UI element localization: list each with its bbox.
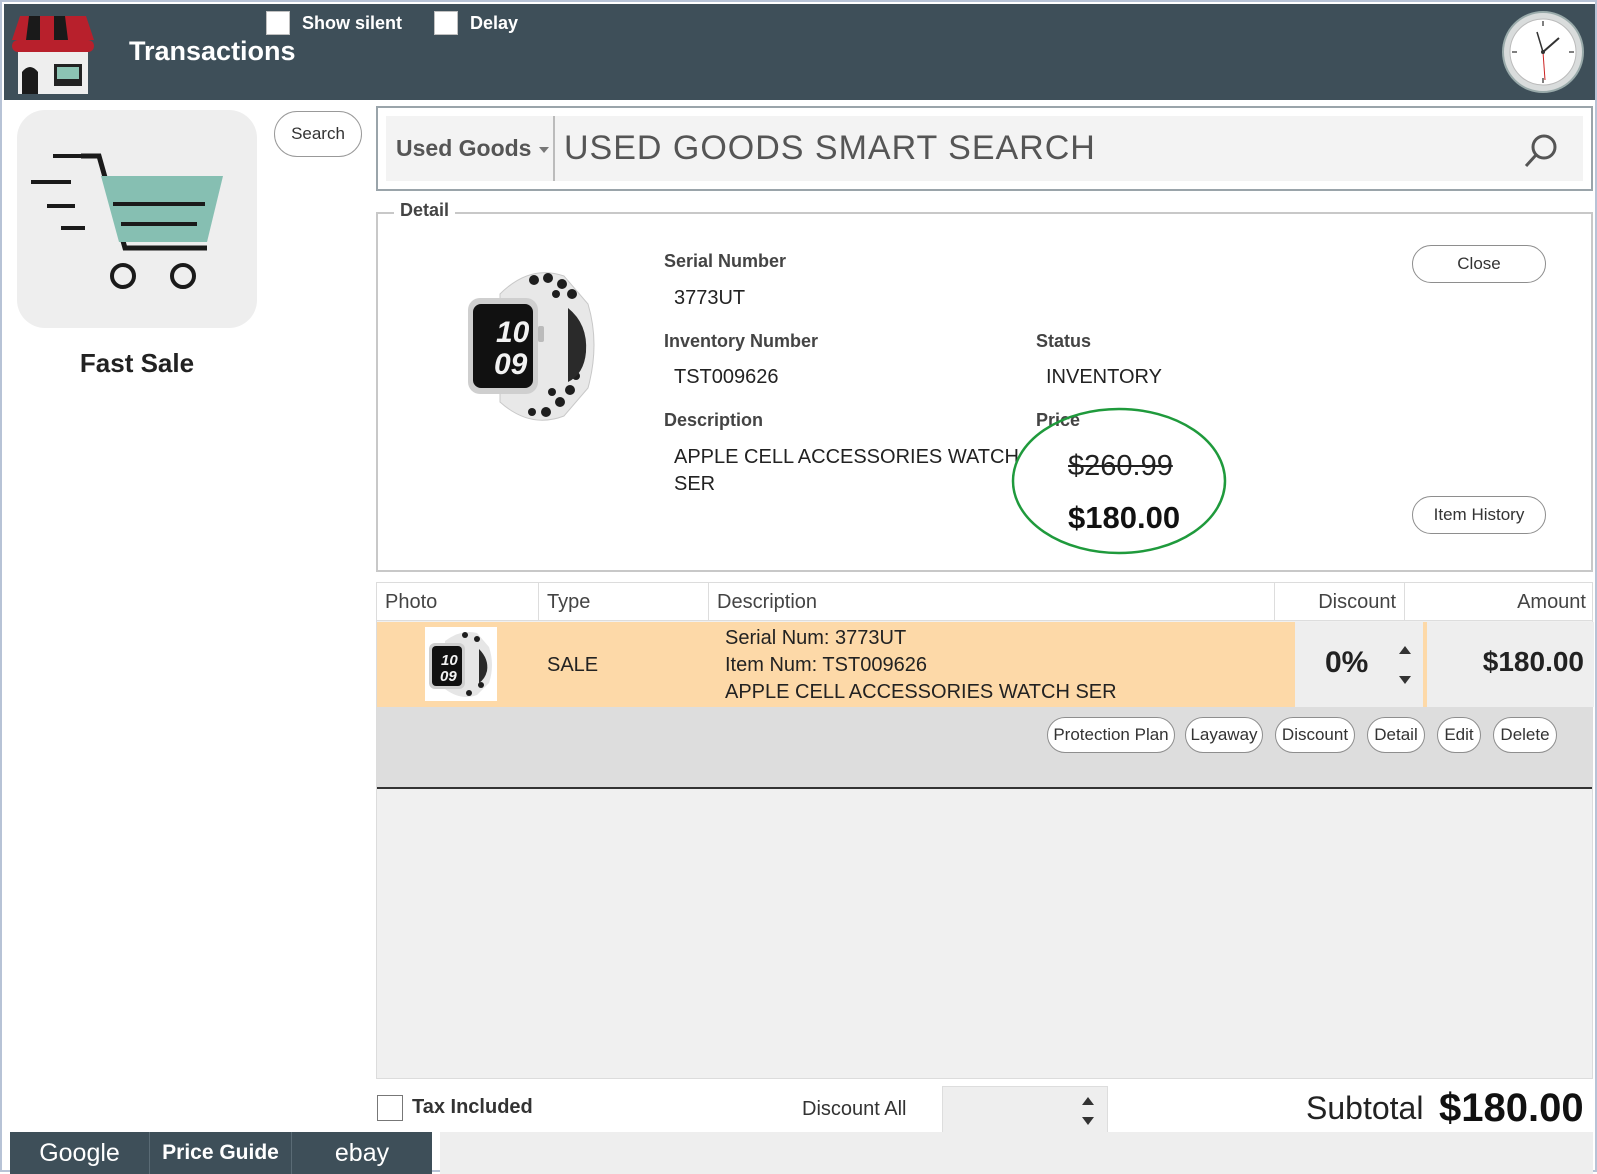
row-action-bar: Protection Plan Layaway Discount Detail … [377, 707, 1592, 789]
header-bar: Transactions Show silent Delay [4, 4, 1595, 100]
layaway-button[interactable]: Layaway [1185, 717, 1263, 753]
row-discount: 0% [1325, 646, 1369, 679]
subtotal-value: $180.00 [1439, 1086, 1584, 1130]
show-silent-label: Show silent [302, 12, 403, 33]
delay-checkbox[interactable]: Delay [434, 10, 518, 36]
discount-button[interactable]: Discount [1275, 717, 1355, 753]
apple-watch-image: 10 09 [468, 272, 595, 421]
stepper-arrows-icon[interactable] [1079, 1093, 1097, 1129]
stepper-arrows-icon[interactable] [1397, 640, 1413, 690]
price-guide-button[interactable]: Price Guide [150, 1132, 292, 1174]
discount-all-label: Discount All [802, 1098, 907, 1120]
delay-label: Delay [470, 12, 519, 33]
item-history-button[interactable]: Item History [1412, 496, 1546, 534]
google-button[interactable]: Google [10, 1132, 150, 1174]
row-description: APPLE CELL ACCESSORIES WATCH SER [725, 681, 1117, 703]
column-header-discount[interactable]: Discount [1275, 583, 1405, 621]
smart-search-bar: Used Goods [376, 106, 1593, 191]
amount-cell: $180.00 [1427, 622, 1594, 707]
fast-sale-tile[interactable] [17, 110, 257, 328]
serial-number-value: 3773UT [674, 287, 746, 309]
description-line-1: APPLE CELL ACCESSORIES WATCH [674, 446, 1019, 468]
watch-hour-text: 10 [496, 316, 530, 349]
show-silent-checkbox[interactable]: Show silent [266, 10, 402, 36]
serial-number-label: Serial Number [664, 251, 787, 271]
inventory-number-value: TST009626 [674, 366, 779, 388]
store-logo-icon [12, 16, 94, 94]
column-header-type[interactable]: Type [539, 583, 709, 621]
watch-minute-text: 09 [494, 348, 528, 381]
detail-button[interactable]: Detail [1367, 717, 1425, 753]
column-header-description[interactable]: Description [709, 583, 1275, 621]
tax-included-checkbox[interactable] [377, 1095, 403, 1121]
smart-search-input[interactable] [564, 116, 1464, 181]
detail-legend: Detail [394, 200, 456, 221]
show-silent-box[interactable] [266, 11, 290, 35]
table-row[interactable]: 10 09 SALE Serial Num: 3773UT Item Num: … [377, 622, 1594, 707]
close-button[interactable]: Close [1412, 245, 1546, 283]
chevron-down-icon [539, 146, 550, 153]
discount-all-stepper[interactable] [942, 1086, 1108, 1134]
column-header-photo[interactable]: Photo [377, 583, 539, 621]
tax-included-label: Tax Included [412, 1096, 533, 1118]
row-item-number: Item Num: TST009626 [725, 654, 927, 676]
search-field-container: Used Goods [386, 116, 1583, 181]
app-window: Transactions Show silent Delay Fast Sale… [0, 0, 1597, 1174]
apple-watch-thumbnail-image: 10 09 [429, 632, 492, 697]
thumb-hour-text: 10 [441, 652, 458, 669]
status-value: INVENTORY [1046, 366, 1162, 388]
inventory-number-label: Inventory Number [664, 331, 819, 351]
category-value: Used Goods [396, 135, 532, 161]
grid-header: Photo Type Description Discount Amount [377, 583, 1592, 621]
price-highlight-circle [1011, 407, 1227, 555]
description-label: Description [664, 410, 764, 430]
delete-button[interactable]: Delete [1493, 717, 1557, 753]
edit-button[interactable]: Edit [1437, 717, 1481, 753]
row-serial: Serial Num: 3773UT [725, 627, 907, 649]
row-amount: $180.00 [1482, 646, 1584, 677]
search-button[interactable]: Search [274, 111, 362, 157]
discount-stepper[interactable]: 0% [1295, 622, 1423, 707]
description-line-2: SER [674, 473, 716, 495]
status-label: Status [1036, 331, 1092, 351]
item-thumbnail: 10 09 [425, 627, 497, 701]
ebay-button[interactable]: ebay [292, 1132, 432, 1174]
thumb-minute-text: 09 [440, 668, 457, 685]
subtotal-label: Subtotal [1306, 1090, 1424, 1126]
category-dropdown[interactable]: Used Goods [396, 116, 550, 181]
search-icon[interactable] [1521, 131, 1561, 171]
status-strip [440, 1132, 1593, 1174]
row-type: SALE [547, 654, 599, 676]
fast-sale-label: Fast Sale [79, 348, 195, 378]
detail-panel: Detail 10 09 Serial Number 3773UT Invent… [376, 200, 1593, 572]
divider [553, 116, 555, 181]
delay-box[interactable] [434, 11, 458, 35]
shopping-cart-icon [31, 153, 223, 289]
page-title: Transactions [129, 36, 296, 66]
protection-plan-button[interactable]: Protection Plan [1047, 717, 1175, 753]
column-header-amount[interactable]: Amount [1405, 583, 1594, 621]
clock-icon[interactable] [1501, 10, 1585, 94]
bottom-link-bar: Google Price Guide ebay [10, 1132, 432, 1174]
transaction-grid: Photo Type Description Discount Amount 1… [376, 582, 1594, 1079]
